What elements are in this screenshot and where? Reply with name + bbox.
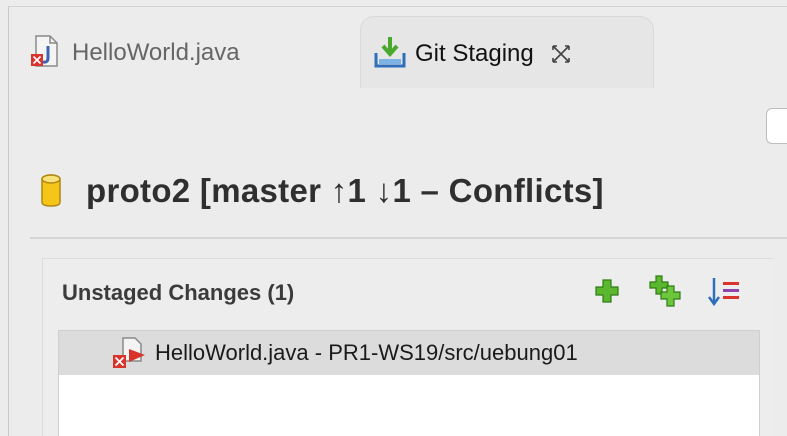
repository-header: proto2 [master ↑1 ↓1 – Conflicts] xyxy=(40,172,604,210)
java-file-conflict-icon xyxy=(30,34,60,68)
git-staging-icon xyxy=(373,35,406,69)
close-icon[interactable] xyxy=(550,43,572,65)
add-to-index-icon[interactable] xyxy=(592,274,622,308)
tab-label: Git Staging xyxy=(415,40,534,67)
sort-icon[interactable] xyxy=(707,274,739,308)
header-divider xyxy=(30,237,787,239)
tab-label: HelloWorld.java xyxy=(72,39,240,66)
unstaged-changes-title: Unstaged Changes (1) xyxy=(62,280,295,305)
unstaged-file-list: HelloWorld.java - PR1-WS19/src/uebung01 xyxy=(58,330,760,436)
add-all-to-index-icon[interactable] xyxy=(648,274,681,308)
repository-title: proto2 [master ↑1 ↓1 – Conflicts] xyxy=(86,172,604,209)
tab-git-staging[interactable]: Git Staging xyxy=(360,16,654,88)
tab-helloworld-java[interactable]: HelloWorld.java xyxy=(16,16,356,88)
repository-icon xyxy=(40,174,62,208)
filter-input[interactable] xyxy=(766,108,787,144)
java-file-conflict-icon xyxy=(109,335,149,371)
list-item[interactable]: HelloWorld.java - PR1-WS19/src/uebung01 xyxy=(59,331,759,375)
list-item-label: HelloWorld.java - PR1-WS19/src/uebung01 xyxy=(155,340,578,365)
